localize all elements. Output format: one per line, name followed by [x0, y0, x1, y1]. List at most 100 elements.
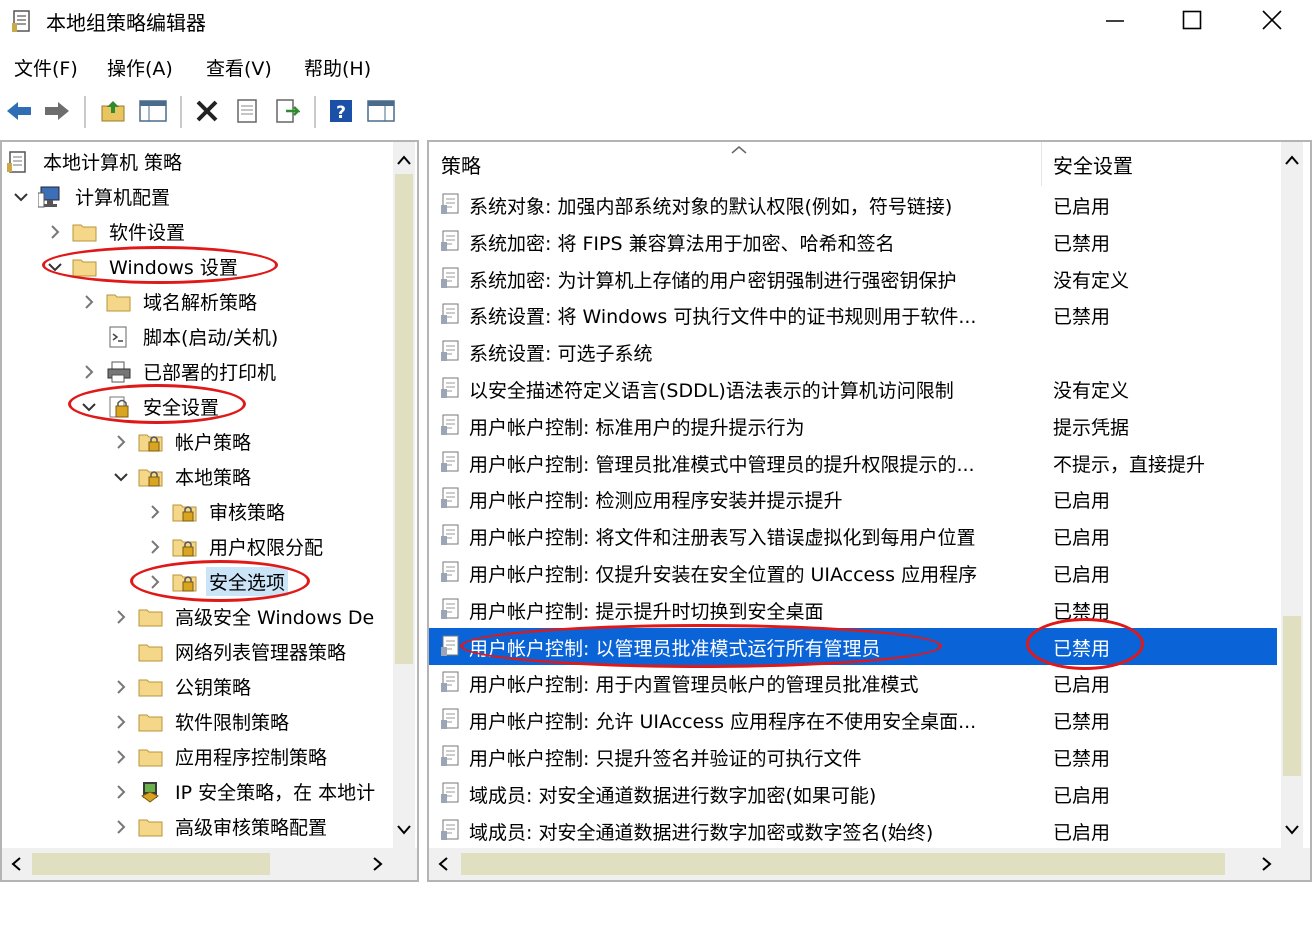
scroll-right-icon[interactable]	[364, 848, 390, 880]
list-vertical-scrollbar[interactable]	[1281, 142, 1303, 848]
tree-expander[interactable]	[110, 676, 132, 698]
menu-help[interactable]: 帮助(H)	[304, 54, 371, 81]
scroll-down-icon[interactable]	[393, 814, 415, 844]
tree-expander[interactable]	[144, 501, 166, 523]
tree-item[interactable]: 已部署的打印机	[78, 354, 279, 389]
chevron-right-icon[interactable]	[112, 678, 130, 696]
tree-item[interactable]: Windows 设置	[44, 249, 241, 284]
tree-item[interactable]: 帐户策略	[110, 424, 254, 459]
details-view-button[interactable]	[366, 96, 396, 126]
chevron-down-icon[interactable]	[112, 468, 130, 486]
policy-row[interactable]: 用户帐户控制: 仅提升安装在安全位置的 UIAccess 应用程序 已启用	[429, 554, 1277, 591]
tree-expander[interactable]	[78, 291, 100, 313]
forward-button[interactable]	[42, 96, 72, 126]
policy-row[interactable]: 用户帐户控制: 以管理员批准模式运行所有管理员 已禁用	[429, 627, 1277, 665]
policy-row[interactable]: 系统加密: 为计算机上存储的用户密钥强制进行强密钥保护 没有定义	[429, 260, 1277, 297]
policy-row[interactable]: 系统设置: 可选子系统	[429, 333, 1277, 370]
chevron-right-icon[interactable]	[146, 538, 164, 556]
tree-expander[interactable]	[110, 431, 132, 453]
export-list-button[interactable]	[272, 96, 302, 126]
tree-item[interactable]: 安全设置	[78, 389, 222, 424]
chevron-right-icon[interactable]	[112, 783, 130, 801]
column-header-setting[interactable]: 安全设置	[1053, 142, 1133, 186]
tree-item[interactable]: 审核策略	[144, 494, 288, 529]
tree-expander[interactable]	[78, 361, 100, 383]
chevron-right-icon[interactable]	[146, 573, 164, 591]
tree-expander[interactable]	[44, 221, 66, 243]
scroll-right-icon[interactable]	[1253, 848, 1279, 880]
tree-vertical-scroll-thumb[interactable]	[395, 174, 413, 664]
column-header-policy[interactable]: 策略	[441, 142, 481, 186]
chevron-right-icon[interactable]	[112, 748, 130, 766]
column-divider[interactable]	[1041, 142, 1042, 186]
chevron-right-icon[interactable]	[112, 608, 130, 626]
tree-item[interactable]: 网络列表管理器策略	[110, 634, 349, 669]
policy-row[interactable]: 用户帐户控制: 检测应用程序安装并提示提升 已启用	[429, 480, 1277, 517]
policy-row[interactable]: 系统对象: 加强内部系统对象的默认权限(例如，符号链接) 已启用	[429, 186, 1277, 223]
list-horizontal-scroll-thumb[interactable]	[461, 853, 1225, 875]
scroll-up-icon[interactable]	[393, 146, 415, 176]
tree-horizontal-scrollbar[interactable]	[2, 848, 417, 880]
tree-expander[interactable]	[10, 186, 32, 208]
policy-row[interactable]: 用户帐户控制: 允许 UIAccess 应用程序在不使用安全桌面... 已禁用	[429, 701, 1277, 738]
back-button[interactable]	[4, 96, 34, 126]
maximize-button[interactable]	[1152, 0, 1232, 40]
tree-expander[interactable]	[144, 536, 166, 558]
scroll-left-icon[interactable]	[4, 848, 30, 880]
properties-button[interactable]	[232, 96, 262, 126]
scroll-down-icon[interactable]	[1281, 814, 1303, 844]
policy-row[interactable]: 域成员: 对安全通道数据进行数字加密或数字签名(始终) 已启用	[429, 812, 1277, 849]
tree-item[interactable]: 高级安全 Windows De	[110, 599, 377, 634]
chevron-right-icon[interactable]	[112, 713, 130, 731]
policy-row[interactable]: 用户帐户控制: 用于内置管理员帐户的管理员批准模式 已启用	[429, 664, 1277, 701]
tree-horizontal-scroll-thumb[interactable]	[32, 853, 270, 875]
policy-row[interactable]: 系统设置: 将 Windows 可执行文件中的证书规则用于软件... 已禁用	[429, 296, 1277, 333]
up-level-button[interactable]	[98, 96, 128, 126]
tree-item[interactable]: 域名解析策略	[78, 284, 260, 319]
tree-item[interactable]: 软件设置	[44, 214, 188, 249]
close-button[interactable]	[1232, 0, 1312, 40]
policy-row[interactable]: 域成员: 对安全通道数据进行数字加密(如果可能) 已启用	[429, 775, 1277, 812]
menu-file[interactable]: 文件(F)	[14, 54, 78, 81]
tree-expander[interactable]	[44, 256, 66, 278]
tree-expander[interactable]	[110, 781, 132, 803]
tree-item[interactable]: 用户权限分配	[144, 529, 326, 564]
show-hide-tree-button[interactable]	[138, 96, 168, 126]
tree-expander[interactable]	[110, 746, 132, 768]
scroll-up-icon[interactable]	[1281, 146, 1303, 176]
policy-row[interactable]: 用户帐户控制: 只提升签名并验证的可执行文件 已禁用	[429, 738, 1277, 775]
chevron-down-icon[interactable]	[80, 398, 98, 416]
chevron-right-icon[interactable]	[80, 363, 98, 381]
tree-expander[interactable]	[110, 816, 132, 838]
policy-row[interactable]: 用户帐户控制: 提示提升时切换到安全桌面 已禁用	[429, 591, 1277, 628]
chevron-right-icon[interactable]	[46, 223, 64, 241]
scroll-left-icon[interactable]	[431, 848, 457, 880]
tree-vertical-scrollbar[interactable]	[393, 142, 415, 848]
list-vertical-scroll-thumb[interactable]	[1283, 616, 1301, 776]
tree-expander[interactable]	[110, 606, 132, 628]
tree-item[interactable]: IP 安全策略，在 本地计	[110, 774, 378, 809]
tree-item[interactable]: 安全选项	[144, 564, 289, 599]
policy-row[interactable]: 用户帐户控制: 标准用户的提升提示行为 提示凭据	[429, 407, 1277, 444]
chevron-right-icon[interactable]	[80, 293, 98, 311]
menu-action[interactable]: 操作(A)	[107, 54, 173, 81]
policy-row[interactable]: 系统加密: 将 FIPS 兼容算法用于加密、哈希和签名 已禁用	[429, 223, 1277, 260]
tree-item[interactable]: 本地计算机 策略	[6, 144, 185, 179]
chevron-right-icon[interactable]	[112, 433, 130, 451]
tree-item[interactable]: 脚本(启动/关机)	[78, 319, 281, 354]
policy-row[interactable]: 用户帐户控制: 将文件和注册表写入错误虚拟化到每用户位置 已启用	[429, 517, 1277, 554]
menu-view[interactable]: 查看(V)	[206, 54, 272, 81]
chevron-right-icon[interactable]	[146, 503, 164, 521]
delete-button[interactable]	[192, 96, 222, 126]
tree-expander[interactable]	[144, 571, 166, 593]
tree-item[interactable]: 计算机配置	[10, 179, 173, 214]
policy-row[interactable]: 以安全描述符定义语言(SDDL)语法表示的计算机访问限制 没有定义	[429, 370, 1277, 407]
chevron-down-icon[interactable]	[12, 188, 30, 206]
help-button[interactable]: ?	[326, 96, 356, 126]
tree-item[interactable]: 高级审核策略配置	[110, 809, 330, 844]
tree-item[interactable]: 本地策略	[110, 459, 254, 494]
tree-expander[interactable]	[110, 711, 132, 733]
tree-item[interactable]: 应用程序控制策略	[110, 739, 330, 774]
tree-item[interactable]: 公钥策略	[110, 669, 254, 704]
tree-item[interactable]: 软件限制策略	[110, 704, 292, 739]
